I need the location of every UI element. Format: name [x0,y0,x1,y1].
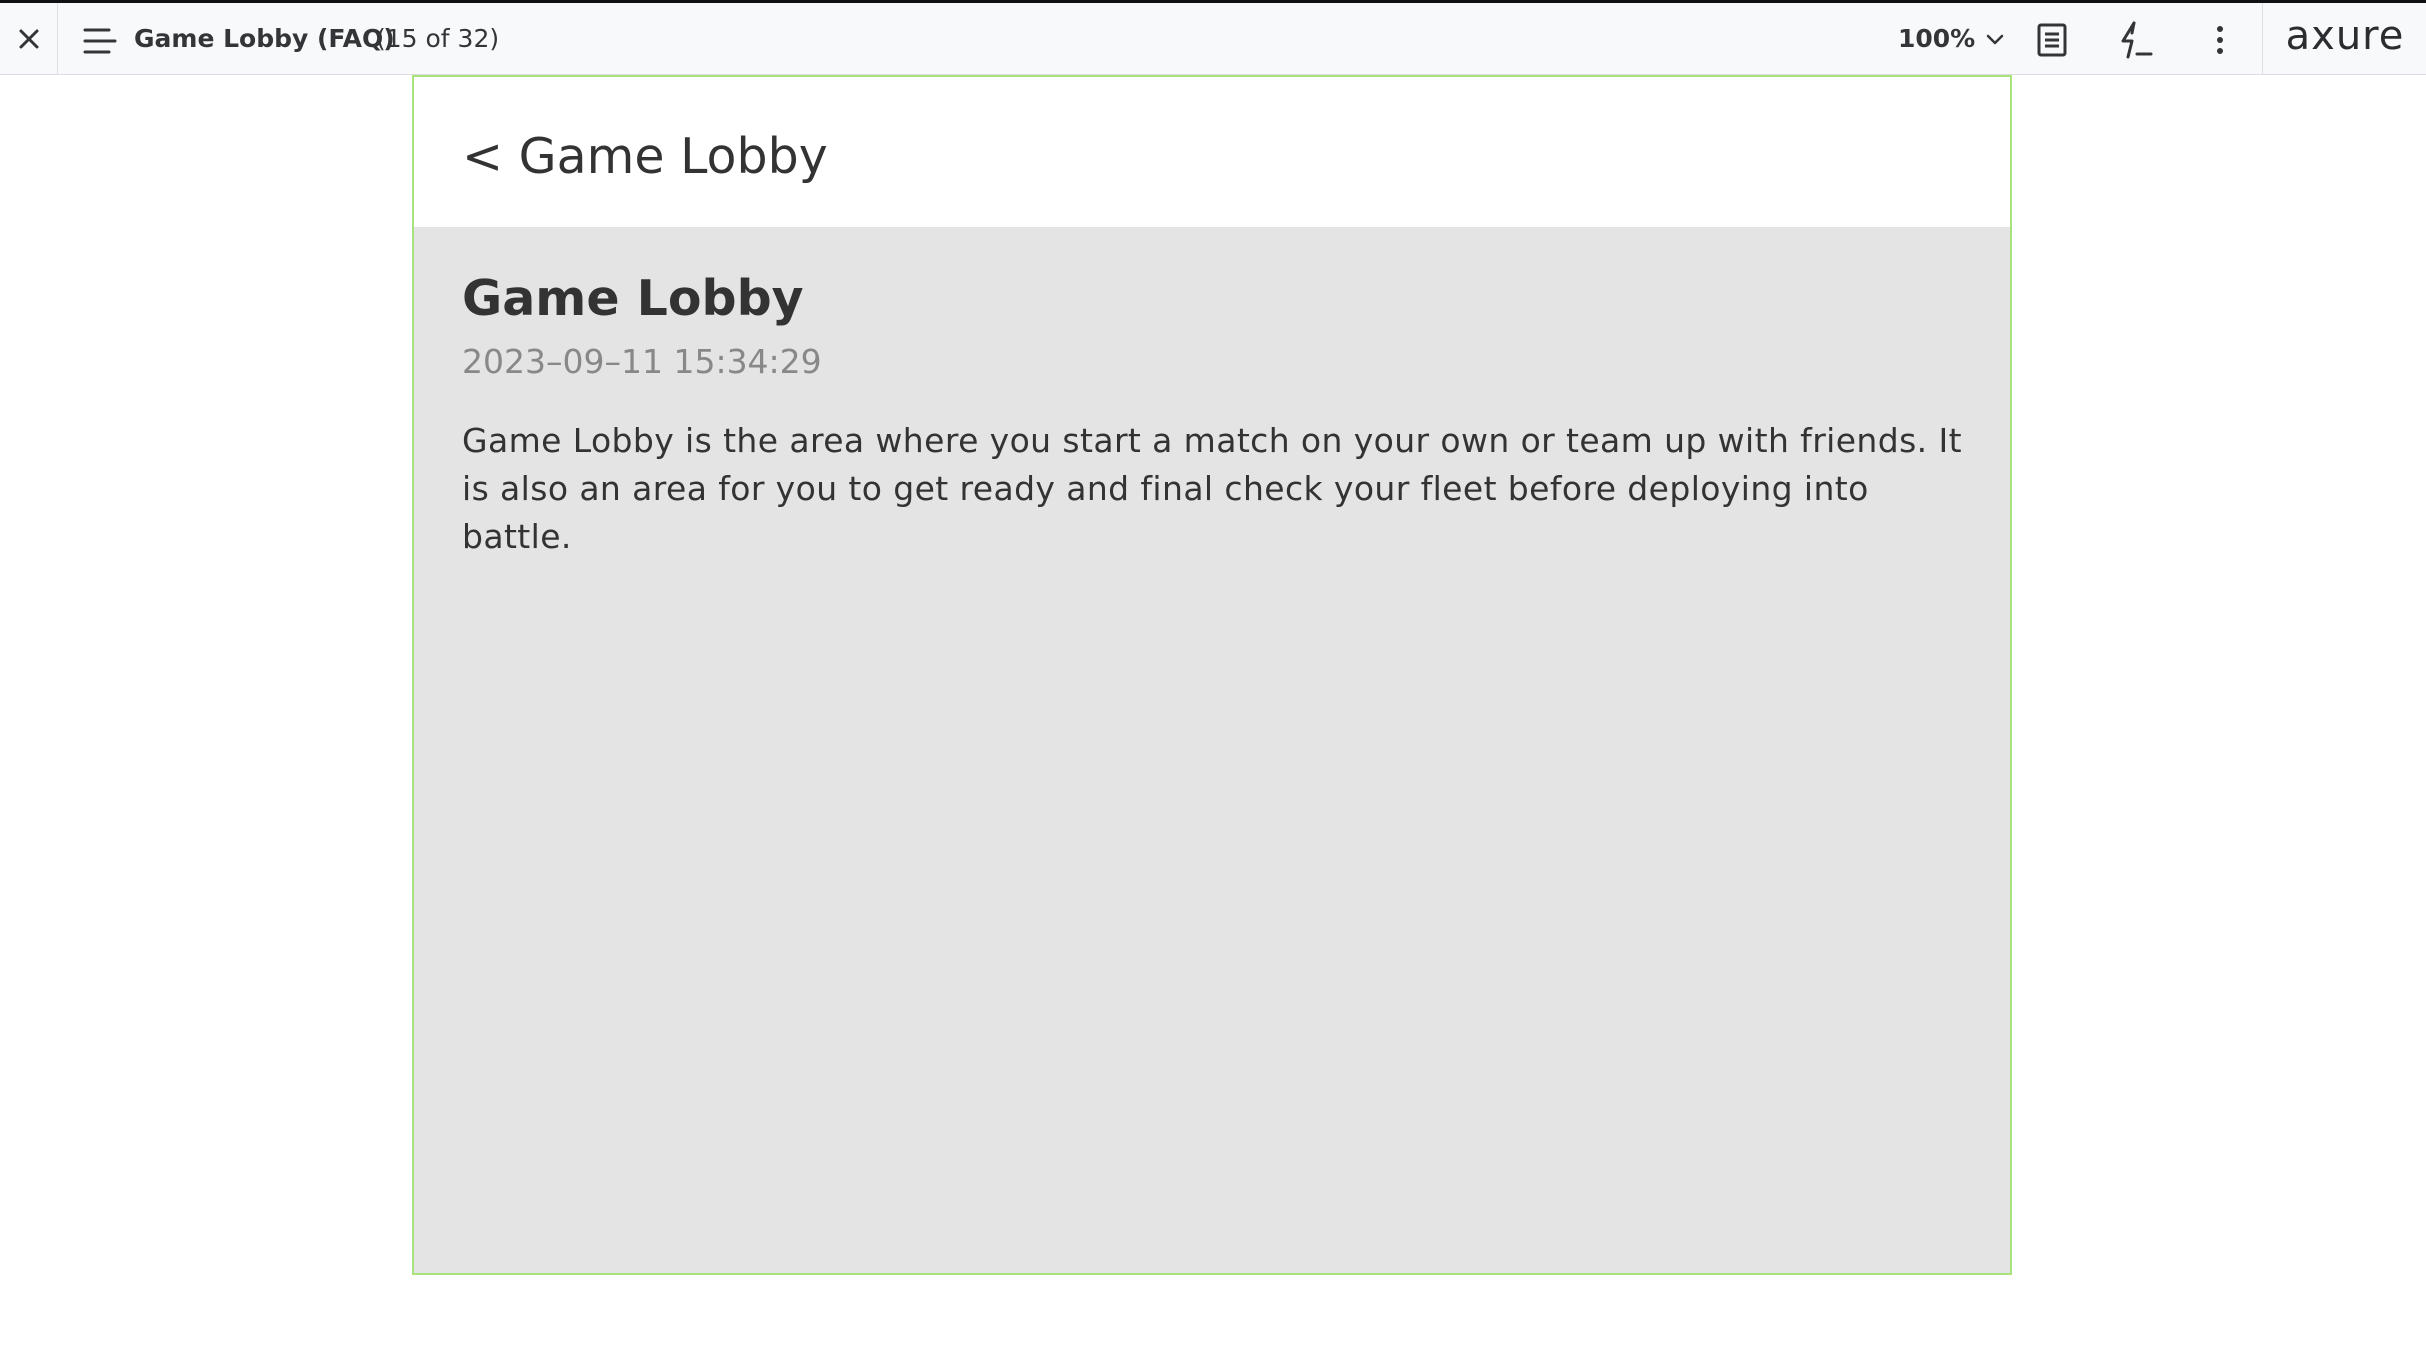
close-icon [19,29,38,48]
article-title: Game Lobby [462,270,804,327]
axure-logo: axure [2262,3,2426,74]
document-notes-icon [2037,23,2067,57]
chevron-down-icon [1986,34,2004,44]
close-button[interactable] [0,3,58,74]
axure-logo-text: axure [2285,12,2405,59]
sitemap-menu-button[interactable] [80,21,120,61]
lightning-interactions-icon [2121,21,2153,59]
page-title: Game Lobby (FAQ) [134,24,395,53]
interactions-button[interactable] [2113,18,2157,62]
zoom-dropdown[interactable]: 100% [1898,3,2005,74]
prototype-frame: < Game Lobby Game Lobby 2023–09–11 15:34… [412,75,2012,1275]
notes-button[interactable] [2030,18,2074,62]
hamburger-menu-icon [83,28,117,54]
more-vertical-icon [2217,26,2223,54]
page-counter: (15 of 32) [376,24,500,53]
article-body: Game Lobby is the area where you start a… [462,421,1962,556]
article-date: 2023–09–11 15:34:29 [462,342,822,381]
more-options-button[interactable] [2198,18,2242,62]
zoom-value: 100% [1898,24,1976,53]
back-link[interactable]: < Game Lobby [462,132,828,181]
prototype-header: < Game Lobby [414,77,2010,227]
top-toolbar: Game Lobby (FAQ) (15 of 32) 100% axure [0,0,2426,75]
